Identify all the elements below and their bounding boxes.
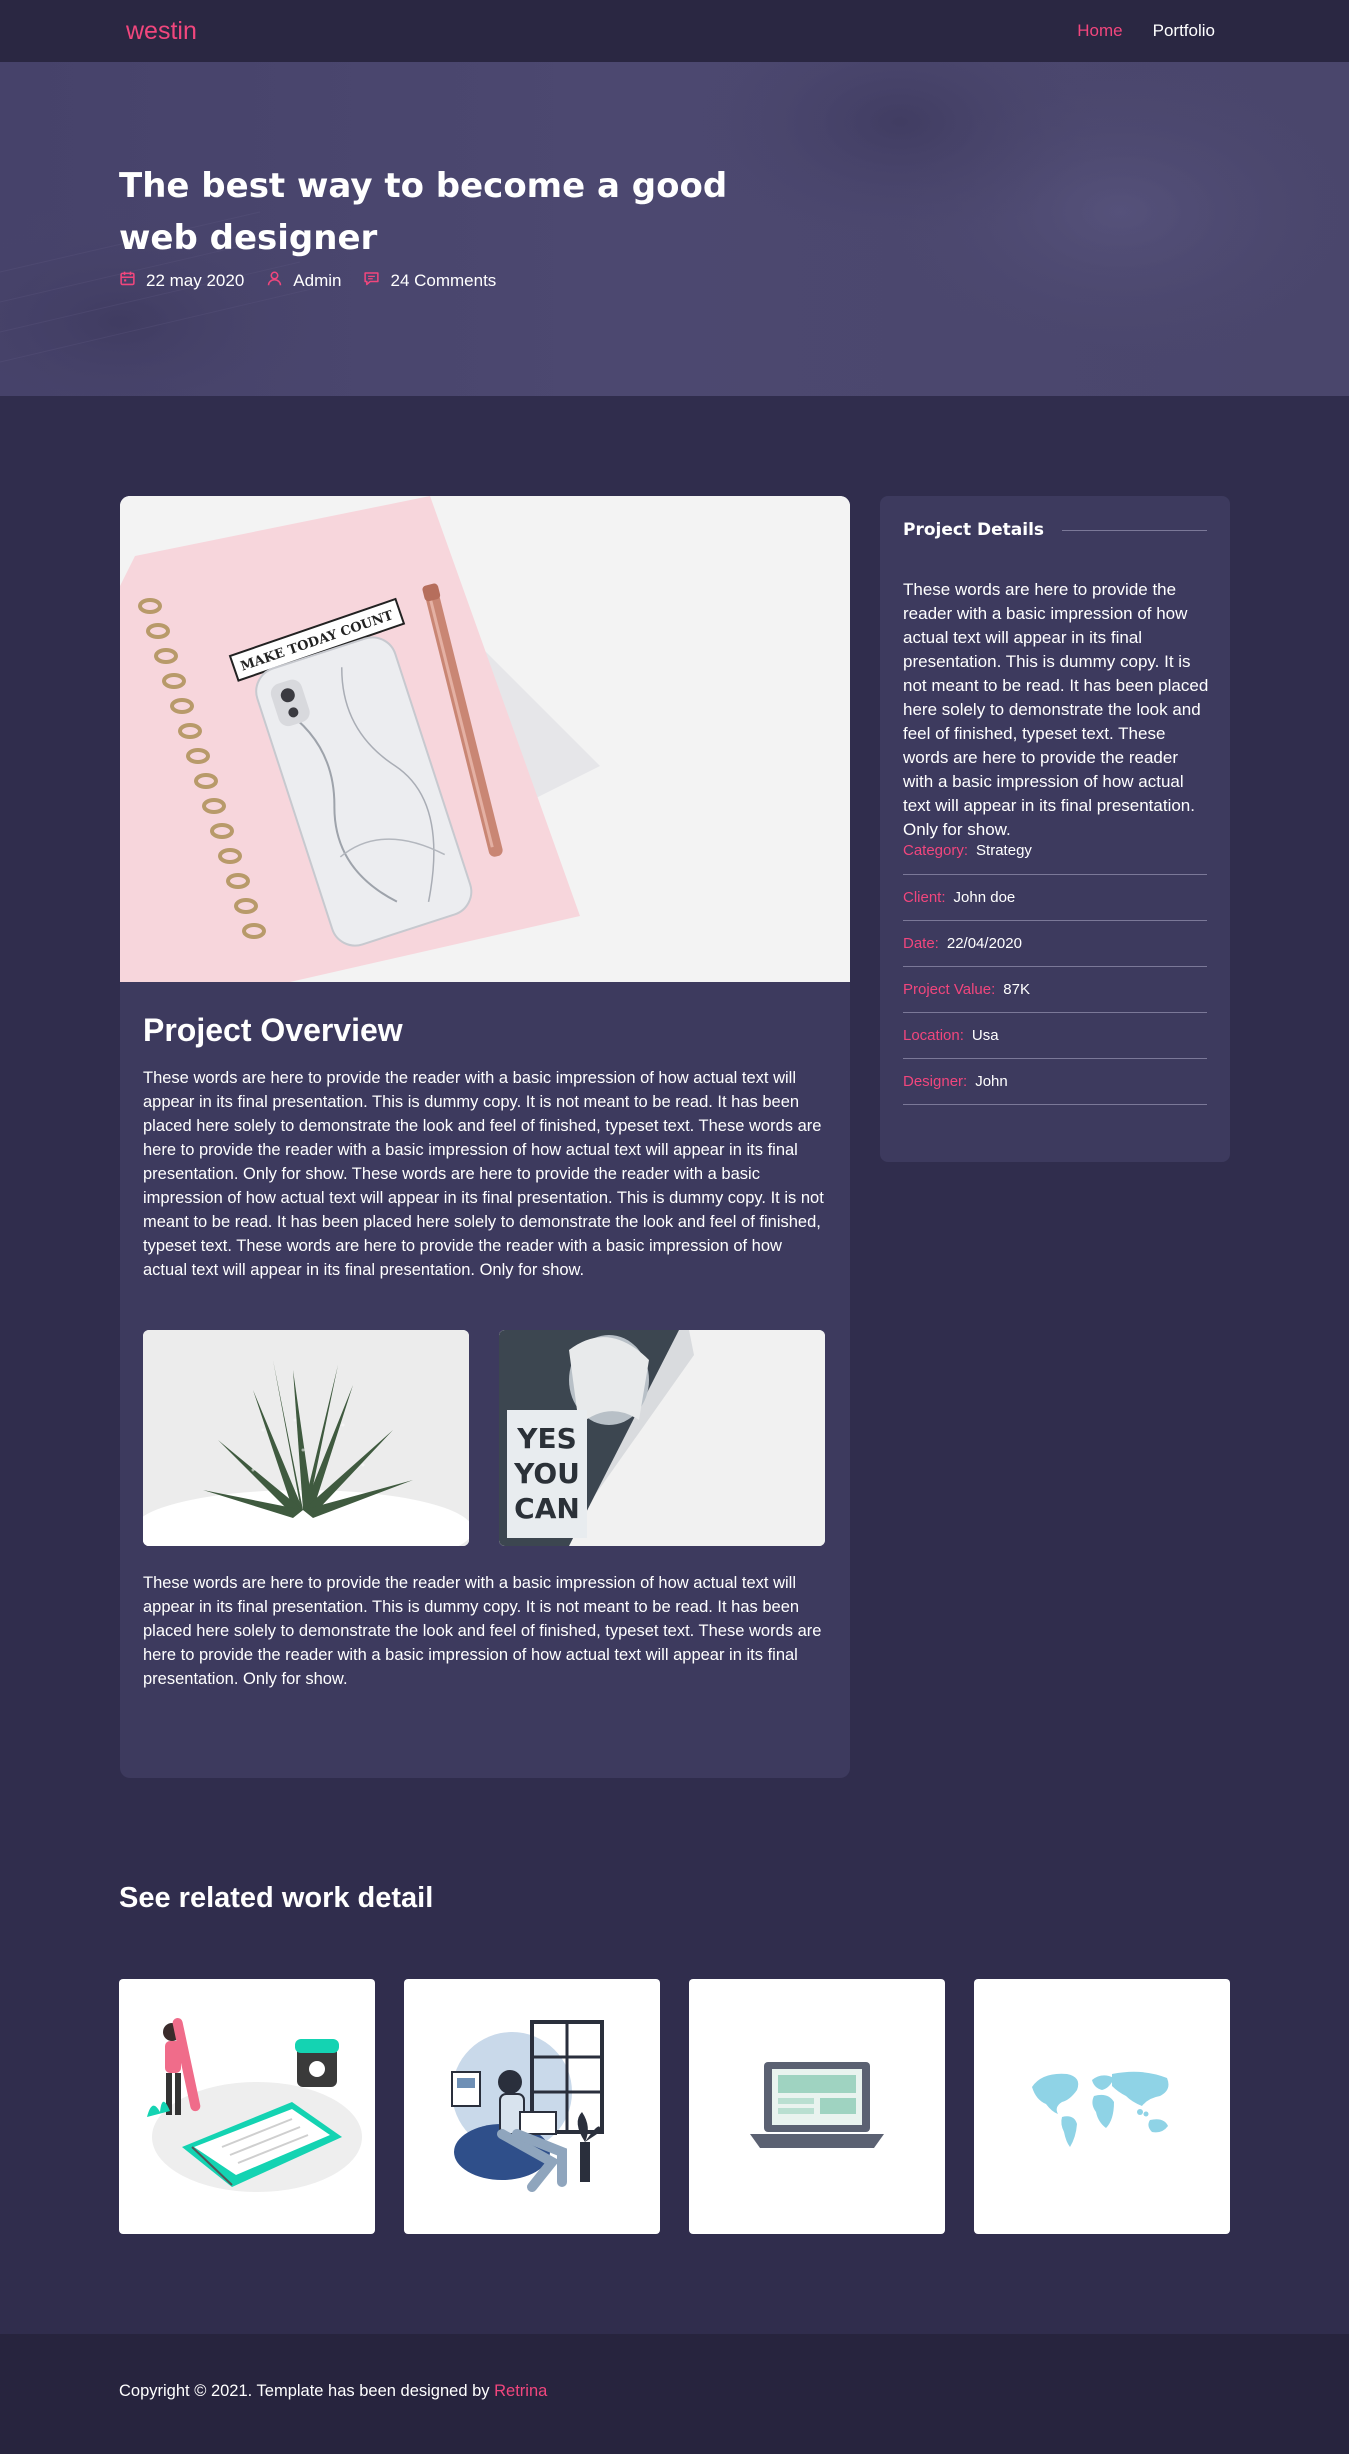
navbar: westin Home Portfolio	[0, 0, 1349, 62]
meta-author[interactable]: Admin	[266, 270, 341, 292]
post-meta: 22 may 2020 Admin 24 Comments	[119, 270, 496, 292]
related-work-card-2[interactable]	[404, 1979, 660, 2234]
detail-label: Date:	[903, 935, 939, 952]
laptop-illustration	[750, 2061, 884, 2148]
detail-row-date: Date: 22/04/2020	[903, 921, 1207, 967]
user-icon	[266, 270, 283, 292]
detail-label: Category:	[903, 842, 969, 859]
meta-date: 22 may 2020	[119, 270, 244, 292]
nav-links: Home Portfolio	[1077, 21, 1215, 41]
book-line-1: YES	[516, 1422, 577, 1455]
detail-value: John doe	[953, 889, 1016, 906]
detail-value: 87K	[1003, 981, 1030, 998]
page-title: The best way to become a good web design…	[119, 166, 728, 258]
notebook-phone-image: MAKE TODAY COUNT	[120, 496, 850, 982]
divider	[1062, 529, 1207, 531]
writer-illustration	[147, 2017, 362, 2192]
copyright-text: Copyright © 2021. Template has been desi…	[119, 2382, 547, 2401]
hero-banner: The best way to become a good web design…	[0, 62, 1349, 396]
book-line-2: YOU	[513, 1457, 580, 1490]
overview-title: Project Overview	[143, 1012, 403, 1048]
brand-logo[interactable]: westin	[126, 17, 197, 46]
comment-icon	[363, 270, 380, 292]
world-map-illustration	[1032, 2071, 1169, 2147]
related-work-card-1[interactable]	[119, 1979, 375, 2234]
detail-value: John	[975, 1073, 1008, 1090]
yes-you-can-book-image: YES YOU CAN	[499, 1330, 825, 1546]
nav-link-home[interactable]: Home	[1077, 21, 1122, 41]
meta-comments-text: 24 Comments	[390, 271, 497, 290]
detail-row-project-value: Project Value: 87K	[903, 967, 1207, 1013]
project-details-card: Project Details These words are here to …	[880, 496, 1230, 1162]
detail-label: Location:	[903, 1027, 964, 1044]
footer-credit-link[interactable]: Retrina	[494, 2382, 547, 2400]
book-line-3: CAN	[514, 1492, 580, 1525]
overview-paragraph-1: These words are here to provide the read…	[143, 1069, 824, 1279]
related-work-card-3[interactable]	[689, 1979, 945, 2234]
nav-link-portfolio[interactable]: Portfolio	[1153, 21, 1215, 41]
project-overview-card: MAKE TODAY COUNT Project Overview These …	[120, 496, 850, 1778]
overview-paragraph-2: These words are here to provide the read…	[143, 1574, 822, 1688]
working-man-illustration	[451, 2019, 604, 2192]
detail-row-designer: Designer: John	[903, 1059, 1207, 1105]
footer: Copyright © 2021. Template has been desi…	[0, 2334, 1349, 2454]
meta-comments[interactable]: 24 Comments	[363, 270, 496, 292]
project-details-title: Project Details	[903, 520, 1045, 540]
meta-author-text: Admin	[293, 271, 342, 290]
project-details-header: Project Details	[903, 520, 1207, 540]
plant-image	[143, 1330, 469, 1546]
detail-row-location: Location: Usa	[903, 1013, 1207, 1059]
detail-label: Designer:	[903, 1073, 968, 1090]
detail-value: Usa	[971, 1027, 999, 1044]
related-work-title: See related work detail	[119, 1882, 434, 1914]
copyright-label: Copyright © 2021. Template has been desi…	[119, 2382, 495, 2400]
detail-row-client: Client: John doe	[903, 875, 1207, 921]
detail-label: Project Value:	[903, 981, 996, 998]
detail-row-category: Category: Strategy	[903, 842, 1207, 875]
calendar-icon	[119, 270, 136, 292]
related-work-card-4[interactable]	[974, 1979, 1230, 2234]
project-details-description: These words are here to provide the read…	[903, 580, 1209, 839]
detail-label: Client:	[903, 889, 946, 906]
project-details-list: Category: Strategy Client: John doe Date…	[903, 842, 1207, 1105]
meta-date-text: 22 may 2020	[146, 271, 245, 290]
detail-value: 22/04/2020	[946, 935, 1022, 952]
detail-value: Strategy	[976, 842, 1032, 859]
